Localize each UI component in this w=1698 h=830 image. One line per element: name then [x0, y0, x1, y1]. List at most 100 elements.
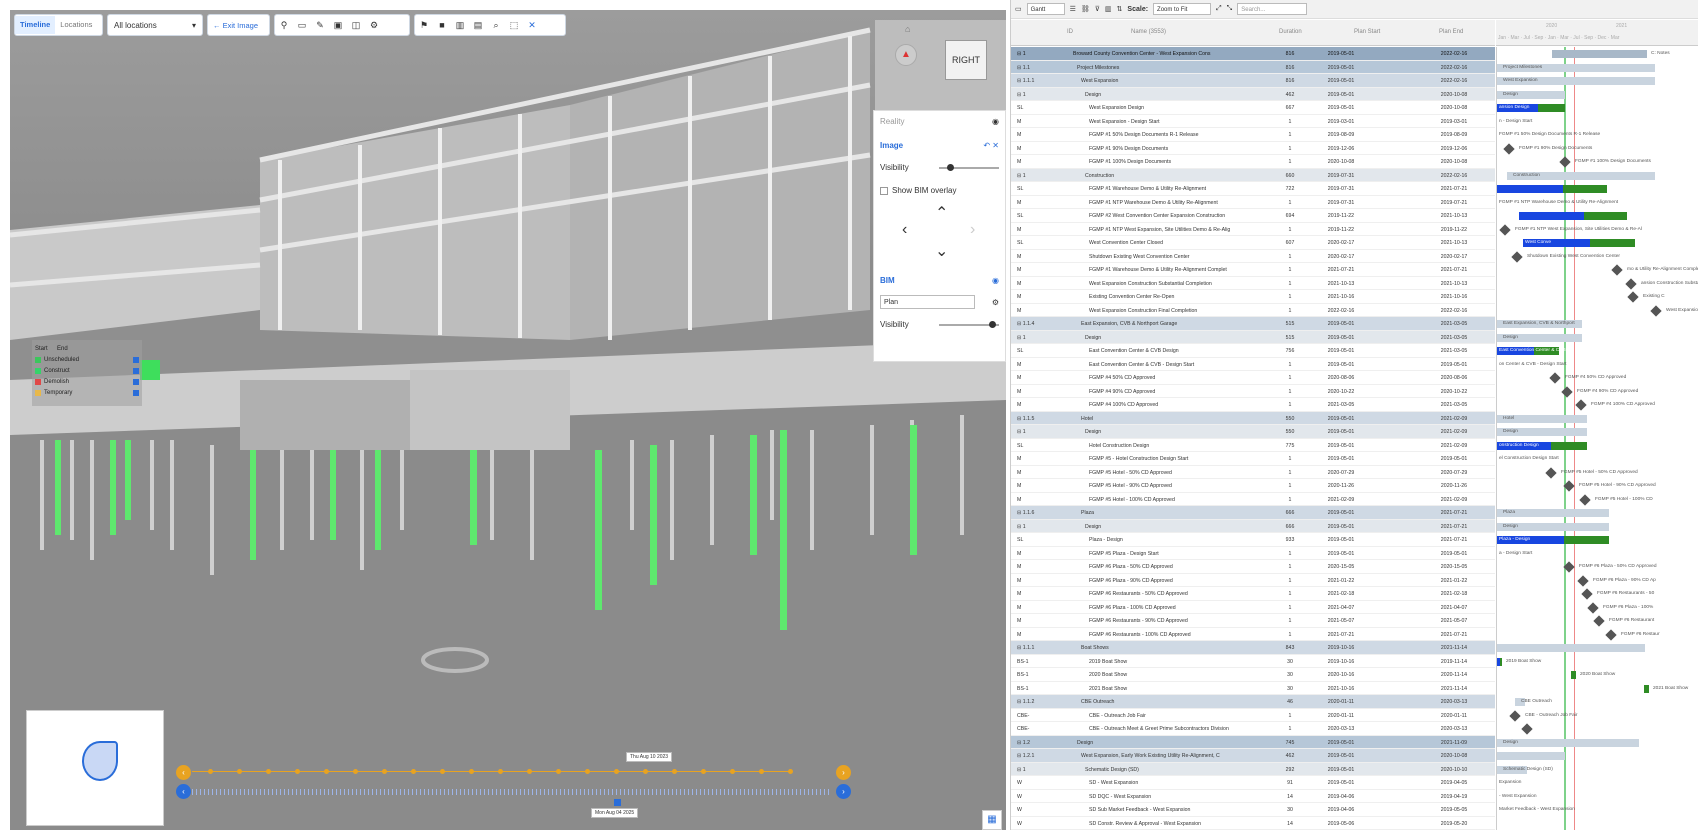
milestone-diamond[interactable] — [1579, 493, 1591, 506]
gantt-bar[interactable] — [1497, 738, 1639, 747]
gear-icon[interactable]: ⚙ — [992, 298, 999, 307]
legend-checkbox[interactable] — [133, 389, 139, 396]
building-icon[interactable]: ▥ — [451, 16, 469, 34]
arrow-left-icon[interactable]: ‹ — [902, 221, 907, 239]
legend-checkbox[interactable] — [133, 367, 139, 374]
gantt-bar[interactable] — [1644, 684, 1649, 693]
table-row[interactable]: M FGMP #1 NTP Warehouse Demo & Utility Re… — [1011, 196, 1495, 209]
table-row[interactable]: M FGMP #1 100% Design Documents 1 2020-10-0… — [1011, 155, 1495, 169]
exit-image-button[interactable]: ← Exit Image — [207, 14, 270, 36]
timeline-next-button[interactable]: › — [836, 765, 851, 780]
tab-timeline[interactable]: Timeline — [15, 16, 56, 34]
bim-overlay-checkbox[interactable] — [880, 186, 888, 195]
bim-visibility-slider[interactable] — [939, 320, 999, 328]
search-icon[interactable]: ⌕ — [487, 16, 505, 34]
table-row[interactable]: M FGMP #6 Plaza - 100% CD Approved 1 2021-0… — [1011, 601, 1495, 614]
column-id[interactable]: ID — [1067, 29, 1073, 35]
gantt-bar[interactable] — [1497, 644, 1645, 652]
table-row[interactable]: M Existing Convention Center Re-Open 1 2021… — [1011, 290, 1495, 304]
layout-icon[interactable]: ▭ — [1015, 5, 1022, 13]
table-row[interactable]: M FGMP #6 Restaurants - 50% CD Approved 1 2… — [1011, 587, 1495, 601]
table-row[interactable]: M FGMP #5 Hotel - 90% CD Approved 1 2020-11… — [1011, 479, 1495, 493]
timeline-scrubber[interactable]: ‹ › Thu Aug 10 2023 ‹ › Mon Aug 04 2025 — [176, 752, 856, 830]
tab-locations[interactable]: Locations — [55, 16, 97, 34]
table-row[interactable]: SL Plaza - Design 933 2019-05-01 2021-07-21 — [1011, 533, 1495, 547]
table-row[interactable]: W SD DQC - West Expansion 14 2019-04-06 2019… — [1011, 790, 1495, 803]
navigation-cube[interactable]: ⌂ ▲ RIGHT — [875, 20, 1006, 115]
timeline-prev-button[interactable]: ‹ — [176, 765, 191, 780]
eye-icon[interactable]: ◉ — [992, 276, 999, 285]
table-row[interactable]: SL East Convention Center & CVB Design 756… — [1011, 344, 1495, 358]
timeline-marker[interactable] — [382, 769, 387, 774]
table-row[interactable]: M FGMP #6 Restaurants - 90% CD Approved 1 2… — [1011, 614, 1495, 628]
milestone-diamond[interactable] — [1627, 291, 1639, 303]
table-row[interactable]: M FGMP #1 50% Design Documents R-1 Releas… — [1011, 128, 1495, 142]
timeline-handle[interactable] — [614, 799, 621, 806]
table-row[interactable]: ⊟ 1.1.1 West Expansion 816 2019-05-01 2022-0… — [1011, 74, 1495, 88]
image-add-icon[interactable]: ▣ — [329, 16, 347, 34]
calendar-button[interactable]: ▦ — [982, 810, 1002, 830]
camera-icon[interactable]: ■ — [433, 16, 451, 34]
timeline-next-button-2[interactable]: › — [836, 784, 851, 799]
milestone-diamond[interactable] — [1559, 156, 1571, 168]
milestone-diamond[interactable] — [1549, 372, 1561, 384]
timeline-marker[interactable] — [788, 769, 793, 774]
table-row[interactable]: M FGMP #6 Restaurants - 100% CD Approved 1… — [1011, 628, 1495, 641]
table-row[interactable]: M FGMP #6 Plaza - 90% CD Approved 1 2021-01… — [1011, 574, 1495, 587]
table-row[interactable]: M FGMP #5 - Hotel Construction Design Sta… — [1011, 452, 1495, 466]
timeline-marker[interactable] — [324, 769, 329, 774]
settings-icon[interactable]: ⚙ — [365, 16, 383, 34]
pencil-icon[interactable]: ✎ — [311, 16, 329, 34]
milestone-diamond[interactable] — [1625, 277, 1637, 290]
home-icon[interactable]: ⌂ — [905, 24, 910, 34]
table-row[interactable]: ⊟ 1 Design 462 2019-05-01 2020-10-08 — [1011, 87, 1495, 101]
milestone-diamond[interactable] — [1593, 615, 1605, 627]
timeline-marker[interactable] — [556, 769, 561, 774]
table-row[interactable]: ⊟ 1.1.1 Boat Shows 843 2019-10-16 2021-11-14 — [1011, 641, 1495, 655]
search-input[interactable]: Search... — [1237, 3, 1308, 15]
table-row[interactable]: ⊟ 1 Broward County Convention Center - We… — [1011, 47, 1495, 61]
table-row[interactable]: ⊟ 1.1.6 Plaza 666 2019-05-01 2021-07-21 — [1011, 506, 1495, 520]
timeline-marker[interactable] — [208, 769, 213, 774]
timeline-marker[interactable] — [498, 769, 503, 774]
legend-checkbox[interactable] — [133, 356, 139, 363]
timeline-marker[interactable] — [614, 769, 619, 774]
table-row[interactable]: ⊟ 1.2 Design 745 2019-05-01 2021-11-09 — [1011, 735, 1495, 749]
table-row[interactable]: M Shutdown Existing West Convention Cente… — [1011, 250, 1495, 263]
view-select[interactable]: Gantt — [1026, 3, 1065, 15]
table-row[interactable]: W SD Constr. Review & Approval - West Exp… — [1011, 817, 1495, 830]
close-icon[interactable]: ✕ — [523, 16, 541, 34]
close-icon[interactable]: ✕ — [992, 141, 999, 150]
milestone-diamond[interactable] — [1650, 304, 1662, 317]
column-duration[interactable]: Duration — [1279, 29, 1302, 35]
image-visibility-slider[interactable] — [939, 163, 999, 171]
table-row[interactable]: M East Convention Center & CVB - Design S… — [1011, 358, 1495, 371]
sort-icon[interactable]: ⇅ — [1117, 5, 1123, 13]
plan-select[interactable]: Plan — [880, 295, 975, 309]
table-row[interactable]: M FGMP #5 Hotel - 100% CD Approved 1 2021-0… — [1011, 493, 1495, 506]
milestone-diamond[interactable] — [1611, 264, 1623, 276]
gantt-bar[interactable] — [1519, 212, 1627, 220]
arrow-up-icon[interactable]: ⌃ — [935, 203, 948, 223]
timeline-marker[interactable] — [730, 769, 735, 774]
bim-3d-viewer[interactable]: Timeline Locations All locations ▾ ← Exi… — [10, 10, 1006, 830]
minimap[interactable] — [26, 710, 164, 826]
table-row[interactable]: SL Hotel Construction Design 775 2019-05-01… — [1011, 439, 1495, 452]
table-row[interactable]: ⊟ 1 Design 666 2019-05-01 2021-07-21 — [1011, 519, 1495, 533]
pin-icon[interactable]: ⚲ — [275, 16, 293, 34]
table-row[interactable]: SL FGMP #1 Warehouse Demo & Utility Re-Al… — [1011, 182, 1495, 196]
legend-checkbox[interactable] — [133, 378, 139, 385]
arrow-down-icon[interactable]: ⌄ — [935, 241, 948, 261]
milestone-diamond[interactable] — [1587, 601, 1599, 614]
arrow-right-icon[interactable]: › — [970, 221, 975, 239]
table-row[interactable]: M West Expansion Construction Final Compl… — [1011, 304, 1495, 317]
cube-face-right[interactable]: RIGHT — [945, 40, 987, 80]
table-row[interactable]: M FGMP #1 NTP West Expansion, Site Utilit… — [1011, 223, 1495, 236]
table-row[interactable]: M FGMP #1 Warehouse Demo & Utility Re-Ali… — [1011, 263, 1495, 277]
timeline-marker[interactable] — [237, 769, 242, 774]
table-row[interactable]: M FGMP #5 Hotel - 50% CD Approved 1 2020-07… — [1011, 466, 1495, 479]
gantt-bar[interactable] — [1571, 671, 1576, 679]
timeline-marker[interactable] — [527, 769, 532, 774]
bim-model-scene[interactable] — [10, 10, 1006, 830]
timeline-marker[interactable] — [469, 769, 474, 774]
